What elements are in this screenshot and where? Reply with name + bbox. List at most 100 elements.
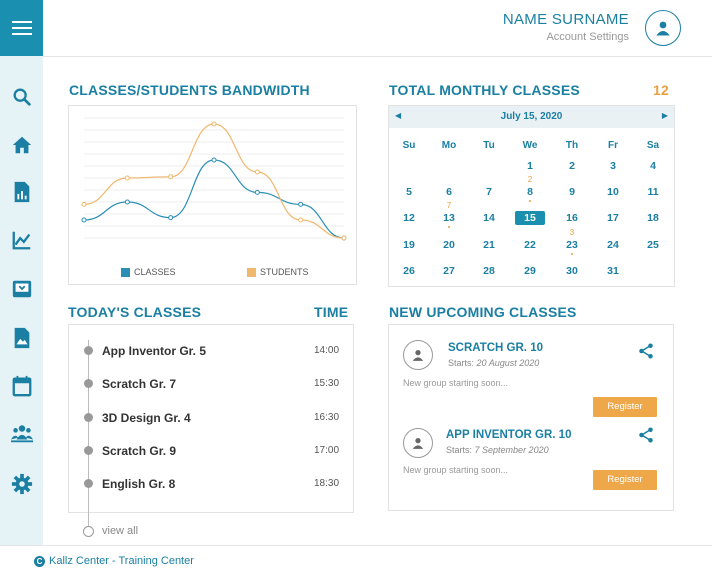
calendar-event-dot: [571, 253, 573, 255]
timeline-dot: [84, 379, 93, 388]
calendar-day[interactable]: 21: [474, 238, 504, 252]
sidebar: [0, 0, 43, 545]
footer-divider: [0, 545, 712, 546]
report-icon[interactable]: [10, 180, 34, 204]
register-button-1[interactable]: Register: [593, 397, 657, 417]
calendar-day[interactable]: 4: [638, 159, 668, 173]
upcoming-1-title[interactable]: SCRATCH GR. 10: [448, 342, 543, 354]
calendar-icon[interactable]: [10, 374, 34, 398]
share-icon[interactable]: [637, 426, 655, 449]
day-of-week-fr: Fr: [608, 140, 618, 151]
data-point-classes-4: [254, 189, 260, 195]
class-time: 15:30: [314, 378, 340, 389]
bandwidth-title: CLASSES/STUDENTS BANDWIDTH: [69, 82, 310, 98]
user-icon: [656, 21, 670, 36]
data-point-students-3: [211, 121, 217, 127]
calendar-day[interactable]: 18: [638, 211, 668, 225]
calendar-day[interactable]: 24: [598, 238, 628, 252]
calendar-day[interactable]: 7: [474, 185, 504, 199]
calendar-day[interactable]: 16: [557, 211, 587, 225]
calendar-day[interactable]: 25: [638, 238, 668, 252]
calendar-day[interactable]: 28: [474, 264, 504, 278]
legend-classes-label: CLASSES: [134, 267, 176, 277]
calendar-day[interactable]: 10: [598, 185, 628, 199]
user-name[interactable]: NAME SURNAME: [503, 11, 629, 28]
upcoming-2-start: Starts: 7 September 2020: [446, 445, 549, 455]
class-time: 14:00: [314, 345, 340, 356]
time-column-label: TIME: [314, 304, 349, 320]
search-icon[interactable]: [10, 85, 34, 109]
calendar-day[interactable]: 2: [557, 159, 587, 173]
settings-icon[interactable]: [10, 472, 34, 496]
day-of-week-we: We: [522, 140, 538, 151]
upcoming-2-desc: New group starting soon...: [403, 465, 509, 475]
user-icon: [412, 350, 424, 361]
class-name[interactable]: App Inventor Gr. 5: [102, 344, 206, 358]
share-icon[interactable]: [637, 342, 655, 365]
group-icon[interactable]: [10, 422, 34, 446]
class-time: 16:30: [314, 412, 340, 423]
calendar-event-dot: [529, 200, 531, 202]
menu-button[interactable]: [0, 0, 43, 56]
class-name[interactable]: 3D Design Gr. 4: [102, 411, 191, 425]
data-point-classes-2: [168, 215, 174, 221]
register-button-2[interactable]: Register: [593, 470, 657, 490]
inbox-icon[interactable]: [10, 277, 34, 301]
calendar-day[interactable]: 14: [474, 211, 504, 225]
calendar-day[interactable]: 29: [515, 264, 545, 278]
calendar-day[interactable]: 22: [515, 238, 545, 252]
data-point-classes-1: [124, 199, 130, 205]
legend-classes-swatch: [121, 267, 130, 277]
data-point-students-2: [168, 174, 174, 180]
view-all-dot: [83, 526, 94, 537]
calendar-day[interactable]: 17: [598, 211, 628, 225]
user-avatar[interactable]: [645, 10, 681, 46]
day-of-week-th: Th: [565, 140, 579, 151]
calendar-day[interactable]: 26: [394, 264, 424, 278]
calendar-day[interactable]: 8: [515, 185, 545, 199]
account-settings-link[interactable]: Account Settings: [546, 31, 629, 43]
calendar-day[interactable]: 27: [434, 264, 464, 278]
calendar-day[interactable]: 11: [638, 185, 668, 199]
calendar-day[interactable]: 19: [394, 238, 424, 252]
home-icon[interactable]: [10, 133, 34, 157]
calendar-next-button[interactable]: ▶: [662, 111, 668, 120]
timeline-dot: [84, 446, 93, 455]
calendar-day[interactable]: 23: [557, 238, 587, 252]
calendar-day[interactable]: 1: [515, 159, 545, 173]
calendar-day[interactable]: 3: [598, 159, 628, 173]
footer: C Kallz Center - Training Center: [34, 555, 194, 567]
view-all-link[interactable]: view all: [102, 525, 138, 537]
calendar-day[interactable]: 5: [394, 185, 424, 199]
calendar-header: ◀ July 15, 2020 ▶: [389, 106, 674, 128]
calendar-day[interactable]: 20: [434, 238, 464, 252]
upcoming-2-title[interactable]: APP INVENTOR GR. 10: [446, 429, 571, 441]
data-point-students-1: [124, 175, 130, 181]
calendar-day[interactable]: 6: [434, 185, 464, 199]
class-name[interactable]: English Gr. 8: [102, 477, 175, 491]
class-time: 18:30: [314, 478, 340, 489]
calendar-day[interactable]: 9: [557, 185, 587, 199]
class-name[interactable]: Scratch Gr. 7: [102, 377, 176, 391]
monthly-classes-count: 12: [653, 82, 669, 98]
day-of-week-mo: Mo: [441, 140, 457, 151]
calendar-day-today[interactable]: 15: [515, 211, 545, 225]
data-point-classes-5: [298, 201, 304, 207]
image-file-icon[interactable]: [10, 326, 34, 350]
analytics-icon[interactable]: [10, 228, 34, 252]
legend-students-label: STUDENTS: [260, 267, 309, 277]
brand-logo-icon: C: [34, 555, 45, 567]
header-divider: [43, 56, 712, 57]
calendar-day[interactable]: 12: [394, 211, 424, 225]
timeline-dot: [84, 413, 93, 422]
footer-text: Kallz Center - Training Center: [49, 555, 194, 567]
data-point-students-4: [254, 169, 260, 175]
calendar-day[interactable]: 31: [598, 264, 628, 278]
upcoming-1-avatar: [403, 340, 433, 370]
calendar-day[interactable]: 13: [434, 211, 464, 225]
class-name[interactable]: Scratch Gr. 9: [102, 444, 176, 458]
calendar-day[interactable]: 30: [557, 264, 587, 278]
monthly-classes-title: TOTAL MONTHLY CLASSES: [389, 82, 580, 98]
day-of-week-sa: Sa: [646, 140, 660, 151]
timeline-line: [88, 340, 89, 530]
